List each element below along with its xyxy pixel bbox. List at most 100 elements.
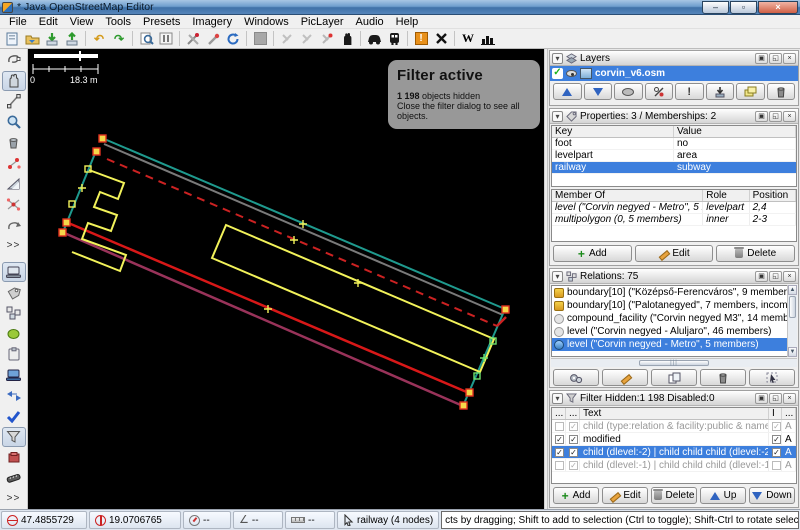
edit-filter-button[interactable]: Edit [602,487,648,504]
minimize-button[interactable]: – [702,1,729,14]
panel-menu-icon[interactable]: ▣ [755,271,768,282]
pliers-tool-button[interactable] [183,30,203,48]
zoom-tool-button[interactable] [2,112,26,133]
membership-row[interactable]: level ("Corvin negyed - Metro", 5 member… [552,202,796,214]
way-maroon-bottom[interactable] [62,232,463,406]
key-column-header[interactable]: Key [552,126,674,137]
checkbox-checked[interactable] [569,435,578,444]
panel-dock-icon[interactable]: ◱ [769,393,782,404]
layer-opacity-button[interactable] [645,83,674,100]
parallel-way-tool-button[interactable] [2,153,26,174]
checkbox-unchecked[interactable] [555,422,564,431]
add-tag-button[interactable]: +Add [553,245,632,262]
menu-presets[interactable]: Presets [137,16,186,28]
split-way-button-disabled[interactable] [297,30,317,48]
collapse-icon[interactable]: ▾ [552,53,563,64]
checkbox-checked[interactable] [569,422,578,431]
layer-merge-button[interactable] [706,83,735,100]
panel-close-icon[interactable]: × [783,271,796,282]
checkbox-unchecked[interactable] [772,461,781,470]
checkbox-unchecked[interactable] [555,461,564,470]
panel-close-icon[interactable]: × [783,111,796,122]
checkbox-checked[interactable] [772,435,781,444]
edit-relation-button[interactable] [602,369,648,386]
open-button[interactable] [22,30,42,48]
relation-item[interactable]: compound_facility ("Corvin negyed M3", 1… [552,312,787,325]
checkbox-checked[interactable] [772,422,781,431]
menu-windows[interactable]: Windows [238,16,295,28]
menu-view[interactable]: View [64,16,100,28]
tag-row-selected[interactable]: railway subway [552,162,796,174]
panel-close-icon[interactable]: × [783,393,796,404]
unglue-tool-button[interactable] [2,194,26,215]
pan-button[interactable] [337,30,357,48]
menu-file[interactable]: File [3,16,33,28]
layer-visibility-eye-icon[interactable] [566,70,577,77]
relation-item[interactable]: boundary[10] ("Középső-Ferencváros", 9 m… [552,286,787,299]
enabled-column-header[interactable]: ... [552,408,566,419]
toggle-validator-panel-button[interactable] [2,406,26,427]
move-filter-down-button[interactable]: Down [749,487,795,504]
mode-column-header[interactable]: ... [782,408,796,419]
toggle-osm-data-panel-button[interactable] [2,365,26,386]
member-of-column-header[interactable]: Member Of [552,190,703,201]
collapse-icon[interactable]: ▾ [552,271,563,282]
warning-button[interactable]: ! [411,30,431,48]
layer-move-up-button[interactable] [553,83,582,100]
membership-row[interactable]: multipolygon (0, 5 members) inner 2-3 [552,214,796,226]
panel-menu-icon[interactable]: ▣ [755,111,768,122]
checkbox-checked[interactable] [569,461,578,470]
tag-row[interactable]: levelpart area [552,150,796,162]
extrude-tool-button[interactable] [2,215,26,236]
relation-item[interactable]: boundary[10] ("Palotanegyed", 7 members,… [552,299,787,312]
combine-way-button-disabled[interactable] [277,30,297,48]
collapse-icon[interactable]: ▾ [552,111,563,122]
position-column-header[interactable]: Position [750,190,796,201]
menu-imagery[interactable]: Imagery [186,16,238,28]
inverted-column-header[interactable]: I [769,408,782,419]
panel-dock-icon[interactable]: ◱ [769,111,782,122]
toggle-conflict-panel-button[interactable] [2,385,26,406]
menu-edit[interactable]: Edit [33,16,64,28]
delete-tool-button[interactable] [2,132,26,153]
collapse-icon[interactable]: ▾ [552,393,563,404]
osm-ways[interactable] [62,138,505,406]
relations-horizontal-scrollbar[interactable]: ||| [551,358,797,367]
toggle-tags-panel-button[interactable] [2,282,26,303]
maximize-button[interactable]: ▫ [730,1,757,14]
move-tool-button[interactable] [2,71,26,92]
improve-accuracy-tool-button[interactable] [2,174,26,195]
car-routing-button[interactable] [364,30,384,48]
layer-row-selected[interactable]: ✓ corvin_v6.osm [550,66,798,81]
duplicate-relation-button[interactable] [651,369,697,386]
delete-button[interactable] [431,30,451,48]
panel-menu-icon[interactable]: ▣ [755,53,768,64]
delete-filter-button[interactable]: Delete [651,487,697,504]
more-panel-toggles-button[interactable]: >> [2,488,26,509]
more-edit-tools-button[interactable]: >> [2,235,26,256]
tag-row[interactable]: foot no [552,138,796,150]
relation-item[interactable]: level ("Corvin negyed - Aluljaro", 46 me… [552,325,787,338]
scroll-down-icon[interactable]: ▼ [788,347,797,357]
panel-dock-icon[interactable]: ◱ [769,53,782,64]
panel-menu-icon[interactable]: ▣ [755,393,768,404]
toggle-filter-panel-button[interactable] [2,427,26,448]
checkbox-checked[interactable] [555,448,564,457]
toggle-relations-panel-button[interactable] [2,303,26,324]
chart-button[interactable] [478,30,498,48]
value-column-header[interactable]: Value [674,126,796,137]
move-filter-up-button[interactable]: Up [700,487,746,504]
scroll-up-icon[interactable]: ▲ [788,285,797,295]
wrench-tool-button[interactable] [203,30,223,48]
layer-delete-button[interactable] [767,83,796,100]
select-relation-members-button[interactable] [749,369,795,386]
map-canvas[interactable]: 0 18.3 m [28,49,544,509]
hiding-column-header[interactable]: ... [566,408,580,419]
plain-nodes-yellow[interactable] [69,166,91,207]
way-selected-subway-dashed[interactable] [107,159,497,326]
refresh-button[interactable] [223,30,243,48]
close-button[interactable]: × [758,1,798,14]
layer-move-down-button[interactable] [584,83,613,100]
redo-button[interactable]: ↷ [109,30,129,48]
new-relation-button[interactable] [553,369,599,386]
